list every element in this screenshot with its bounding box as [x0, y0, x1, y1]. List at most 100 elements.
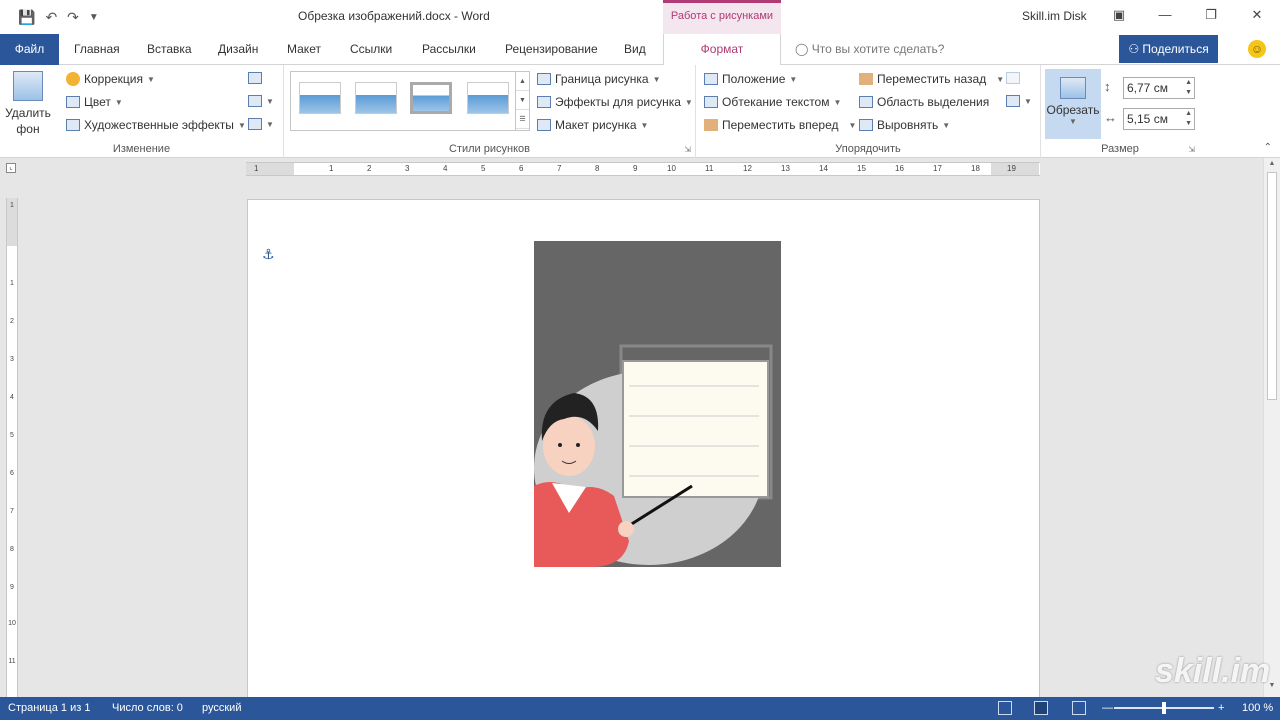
- rotate-button[interactable]: ▼: [1006, 95, 1032, 107]
- tab-selector-icon[interactable]: ⌞: [6, 163, 16, 173]
- restore-icon[interactable]: ❐: [1188, 0, 1234, 30]
- undo-icon[interactable]: ↶: [45, 9, 57, 26]
- tab-review[interactable]: Рецензирование: [505, 34, 598, 65]
- picture-layout-label: Макет рисунка: [555, 118, 637, 132]
- height-value: 6,77 см: [1127, 81, 1168, 95]
- selection-pane-label: Область выделения: [877, 95, 990, 109]
- chevron-down-icon: ▼: [640, 120, 649, 130]
- width-spinner[interactable]: 5,15 см ▲ ▼: [1123, 108, 1195, 130]
- vertical-ruler[interactable]: 1 1 2 3 4 5 6 7 8 9 10 11: [6, 198, 18, 698]
- spinner-arrows-icon[interactable]: ▲ ▼: [1185, 109, 1192, 129]
- zoom-level[interactable]: 100 %: [1242, 697, 1273, 720]
- remove-background-button[interactable]: Удалить фон: [4, 71, 52, 137]
- tell-me-search[interactable]: ◯ Что вы хотите сделать?: [795, 34, 944, 65]
- web-layout-icon[interactable]: [1072, 701, 1086, 715]
- wrap-text-button[interactable]: Обтекание текстом ▼: [704, 95, 841, 109]
- tab-format[interactable]: Формат: [663, 34, 781, 66]
- picture-border-button[interactable]: Граница рисунка ▼: [537, 72, 661, 86]
- spinner-arrows-icon[interactable]: ▲ ▼: [1185, 78, 1192, 98]
- tab-insert[interactable]: Вставка: [147, 34, 192, 65]
- selection-pane-button[interactable]: Область выделения: [859, 95, 989, 109]
- picture-effects-button[interactable]: Эффекты для рисунка ▼: [537, 95, 693, 109]
- picture-style-2[interactable]: [355, 82, 397, 114]
- change-picture-icon: [248, 95, 262, 107]
- save-icon[interactable]: 💾: [18, 9, 35, 26]
- window-controls: ▣ — ❐ ✕: [1096, 0, 1280, 30]
- chevron-down-icon: ▼: [147, 74, 155, 84]
- ruler-tick: 11: [8, 658, 16, 665]
- scrollbar-thumb[interactable]: [1267, 172, 1277, 400]
- collapse-ribbon-icon[interactable]: ⌃: [1264, 142, 1272, 153]
- contextual-tab-picture-tools: Работа с рисунками: [663, 0, 781, 34]
- language[interactable]: русский: [202, 697, 241, 720]
- read-mode-icon[interactable]: [998, 701, 1012, 715]
- dialog-launcher-icon[interactable]: ⇲: [1188, 145, 1195, 154]
- compress-pictures-button[interactable]: [248, 72, 262, 84]
- wrap-text-icon: [704, 96, 718, 108]
- crop-button[interactable]: Обрезать ▼: [1045, 69, 1101, 139]
- zoom-in-icon[interactable]: +: [1218, 697, 1224, 720]
- customize-qat-icon[interactable]: ▼: [89, 12, 99, 23]
- tab-home[interactable]: Главная: [74, 34, 120, 65]
- zoom-out-icon[interactable]: —: [1102, 697, 1113, 720]
- tab-file[interactable]: Файл: [0, 34, 59, 65]
- page-count[interactable]: Страница 1 из 1: [8, 697, 90, 720]
- picture-layout-button[interactable]: Макет рисунка ▼: [537, 118, 648, 132]
- change-picture-button[interactable]: ▼: [248, 95, 274, 107]
- color-button[interactable]: Цвет ▼: [66, 95, 123, 109]
- height-spinner[interactable]: 6,77 см ▲ ▼: [1123, 77, 1195, 99]
- smiley-feedback-icon[interactable]: ☺: [1248, 40, 1266, 58]
- cropped-picture[interactable]: [534, 241, 781, 567]
- tab-references[interactable]: Ссылки: [350, 34, 392, 65]
- picture-style-1[interactable]: [299, 82, 341, 114]
- gallery-more-icon[interactable]: ☰: [516, 110, 529, 129]
- tab-view[interactable]: Вид: [624, 34, 646, 65]
- picture-illustration: [534, 241, 781, 567]
- chevron-down-icon: ▼: [266, 96, 274, 106]
- send-backward-button[interactable]: Переместить назад ▼: [859, 72, 1004, 86]
- reset-picture-button[interactable]: ▼: [248, 118, 274, 130]
- print-layout-icon[interactable]: [1034, 701, 1048, 715]
- account-name[interactable]: Skill.im Disk: [1022, 9, 1087, 23]
- ruler-tick: 1: [254, 164, 259, 173]
- ribbon-display-options-icon[interactable]: ▣: [1096, 0, 1142, 30]
- tab-layout[interactable]: Макет: [287, 34, 321, 65]
- artistic-effects-label: Художественные эффекты: [84, 118, 234, 132]
- ruler-tick: 13: [781, 164, 790, 173]
- redo-icon[interactable]: ↷: [67, 9, 79, 26]
- picture-style-3[interactable]: [410, 82, 452, 114]
- group-label-size: Размер: [1101, 143, 1139, 155]
- ruler-tick: 8: [595, 164, 600, 173]
- anchor-icon[interactable]: ⚓: [262, 246, 275, 263]
- selection-pane-icon: [859, 96, 873, 108]
- word-count[interactable]: Число слов: 0: [112, 697, 183, 720]
- minimize-icon[interactable]: —: [1142, 0, 1188, 30]
- bring-forward-button[interactable]: Переместить вперед ▼: [704, 118, 856, 132]
- tab-mailings[interactable]: Рассылки: [422, 34, 476, 65]
- group-objects-button[interactable]: [1006, 72, 1020, 84]
- document-page[interactable]: ⚓: [247, 199, 1040, 697]
- person-icon: ⚇: [1128, 42, 1140, 56]
- height-icon: ↕: [1104, 79, 1111, 94]
- scroll-up-icon[interactable]: ▲: [1264, 160, 1280, 167]
- vertical-scrollbar[interactable]: ▲ ▼: [1263, 158, 1280, 697]
- ruler-tick: 3: [10, 356, 14, 363]
- gallery-down-icon[interactable]: ▼: [516, 91, 529, 110]
- crop-label: Обрезать: [1046, 103, 1100, 117]
- gallery-scroll: ▲ ▼ ☰: [515, 72, 529, 130]
- artistic-effects-button[interactable]: Художественные эффекты ▼: [66, 118, 246, 132]
- corrections-button[interactable]: Коррекция ▼: [66, 72, 155, 86]
- tab-design[interactable]: Дизайн: [218, 34, 258, 65]
- position-button[interactable]: Положение ▼: [704, 72, 797, 86]
- close-icon[interactable]: ✕: [1234, 0, 1280, 30]
- gallery-up-icon[interactable]: ▲: [516, 72, 529, 91]
- horizontal-ruler[interactable]: 1 1 2 3 4 5 6 7 8 9 10 11 12 13 14 15 16…: [246, 162, 1040, 176]
- width-value: 5,15 см: [1127, 112, 1168, 126]
- zoom-slider-knob[interactable]: [1162, 702, 1166, 714]
- picture-border-label: Граница рисунка: [555, 72, 649, 86]
- send-backward-label: Переместить назад: [877, 72, 987, 86]
- share-button[interactable]: ⚇ Поделиться: [1119, 35, 1218, 63]
- picture-style-4[interactable]: [467, 82, 509, 114]
- dialog-launcher-icon[interactable]: ⇲: [684, 145, 691, 154]
- align-button[interactable]: Выровнять ▼: [859, 118, 950, 132]
